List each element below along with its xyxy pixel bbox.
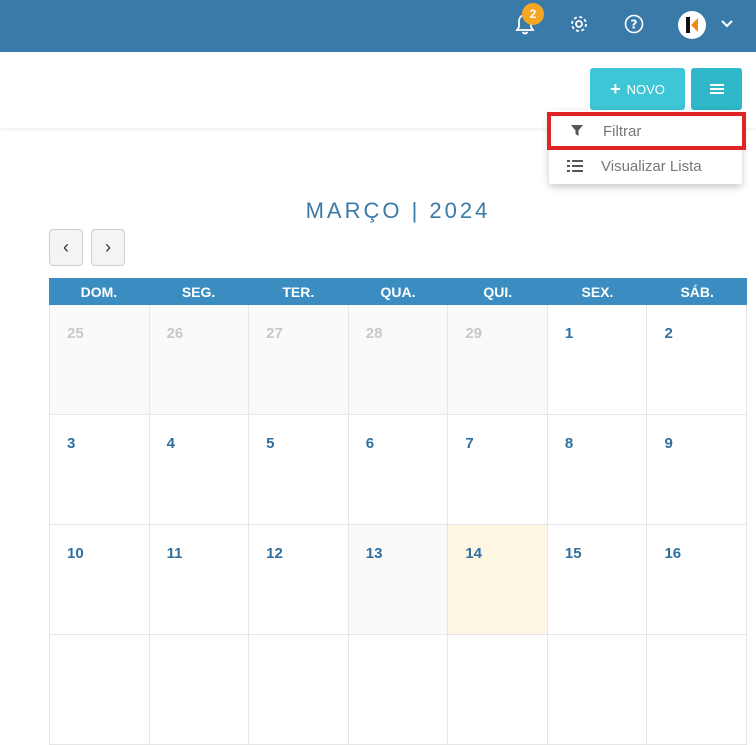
calendar-week: 10 11 12 13 14 15 16	[49, 525, 748, 635]
avatar[interactable]	[678, 11, 706, 39]
calendar-day[interactable]: 11	[149, 525, 250, 635]
calendar-day[interactable]	[249, 635, 349, 745]
menu-button[interactable]	[691, 68, 742, 110]
calendar-week	[49, 635, 748, 745]
weekday-label: SEG.	[181, 283, 216, 300]
calendar-day[interactable]: 13	[348, 525, 449, 635]
novo-button[interactable]: + NOVO	[590, 68, 685, 110]
dropdown-item-label: Filtrar	[603, 122, 642, 140]
weekday-label: DOM.	[80, 283, 118, 300]
calendar-day[interactable]: 28	[348, 305, 449, 415]
calendar-day[interactable]: 25	[49, 305, 150, 415]
dropdown-item-filtrar[interactable]: Filtrar	[547, 112, 746, 150]
calendar-week: 3 4 5 6 7 8 9	[49, 415, 748, 525]
calendar-day[interactable]: 9	[647, 415, 748, 525]
svg-text:?: ?	[631, 18, 638, 32]
calendar-day[interactable]	[149, 635, 250, 745]
actions-dropdown: Filtrar Visualizar Lista	[547, 110, 746, 184]
gear-icon[interactable]	[565, 10, 593, 38]
weekday-label: QUI.	[483, 283, 513, 300]
calendar-day[interactable]: 15	[547, 525, 648, 635]
calendar-day-today[interactable]: 14	[448, 525, 548, 635]
calendar-day[interactable]	[547, 635, 648, 745]
list-icon	[549, 160, 601, 172]
chevron-down-icon[interactable]	[717, 14, 737, 34]
calendar-day[interactable]: 6	[348, 415, 449, 525]
calendar-day[interactable]: 4	[149, 415, 250, 525]
calendar-day[interactable]	[647, 635, 748, 745]
weekday-label: TER.	[282, 283, 315, 300]
calendar-day[interactable]	[448, 635, 548, 745]
calendar-week: 25 26 27 28 29 1 2	[49, 305, 748, 415]
calendar-title: MARÇO | 2024	[305, 198, 491, 223]
next-month-button[interactable]: ›	[91, 229, 125, 266]
top-navbar: 2 ?	[0, 0, 756, 52]
weekday-label: QUA.	[380, 283, 416, 300]
calendar-weekday-header: DOM. SEG. TER. QUA. QUI. SEX. SÁB.	[49, 278, 747, 305]
weekday-label: SEX.	[581, 283, 614, 300]
calendar-day[interactable]: 1	[547, 305, 648, 415]
calendar-day[interactable]: 29	[448, 305, 548, 415]
dropdown-item-visualizar-lista[interactable]: Visualizar Lista	[549, 148, 742, 184]
hamburger-icon	[709, 84, 724, 94]
calendar-grid: DOM. SEG. TER. QUA. QUI. SEX. SÁB. 25 26…	[49, 278, 748, 745]
calendar-day[interactable]: 12	[249, 525, 349, 635]
calendar-day[interactable]: 3	[49, 415, 150, 525]
filter-icon	[551, 125, 603, 137]
calendar-day[interactable]: 7	[448, 415, 548, 525]
calendar-day[interactable]: 16	[647, 525, 748, 635]
help-icon[interactable]: ?	[620, 10, 648, 38]
calendar-day[interactable]	[348, 635, 449, 745]
prev-month-button[interactable]: ‹	[49, 229, 83, 266]
plus-icon: +	[610, 79, 621, 99]
calendar-day[interactable]: 27	[249, 305, 349, 415]
calendar-day[interactable]: 2	[647, 305, 748, 415]
calendar-day[interactable]: 8	[547, 415, 648, 525]
novo-button-label: NOVO	[626, 81, 665, 97]
calendar-day[interactable]: 10	[49, 525, 150, 635]
notification-badge: 2	[522, 3, 544, 25]
calendar-day[interactable]: 5	[249, 415, 349, 525]
dropdown-item-label: Visualizar Lista	[601, 157, 702, 175]
weekday-label: SÁB.	[680, 283, 714, 300]
calendar-day[interactable]	[49, 635, 150, 745]
calendar-day[interactable]: 26	[149, 305, 250, 415]
